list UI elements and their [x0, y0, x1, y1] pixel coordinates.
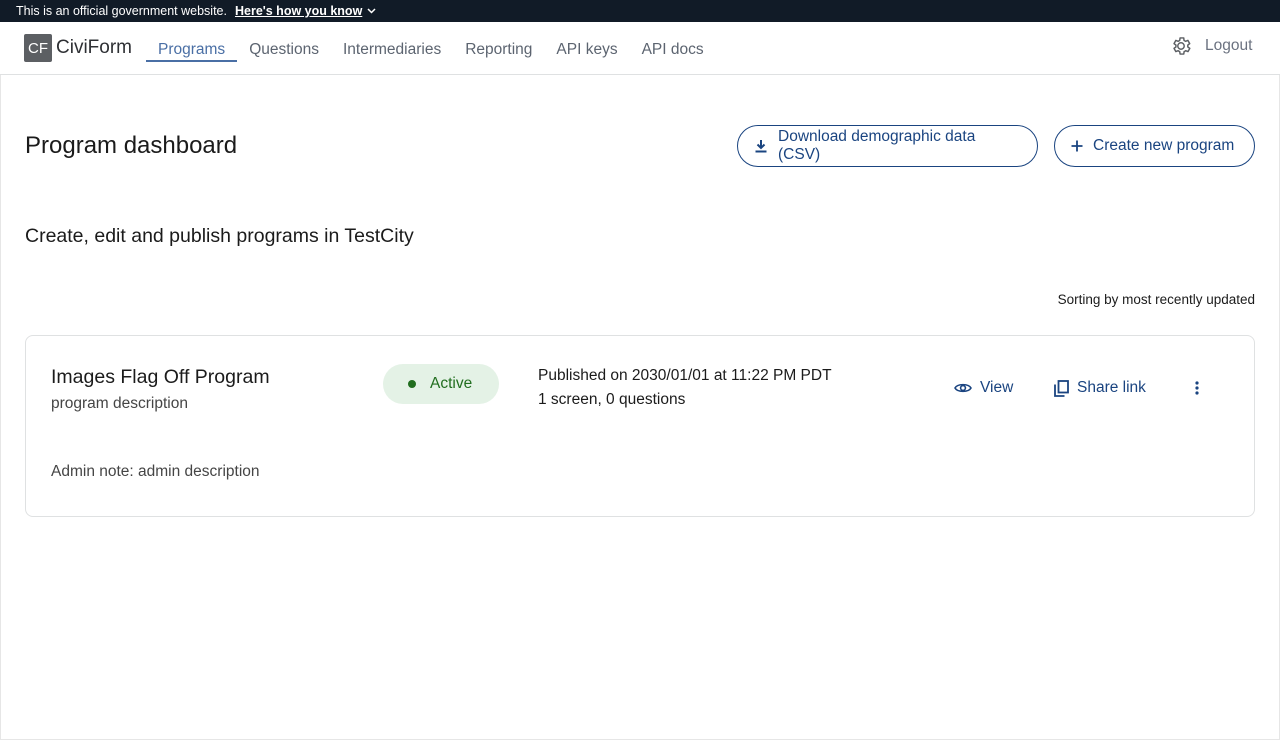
- view-button[interactable]: View: [954, 379, 1013, 397]
- published-date: Published on 2030/01/01 at 11:22 PM PDT: [538, 367, 832, 384]
- chevron-down-icon: [367, 8, 376, 14]
- copy-icon: [1054, 379, 1069, 397]
- screen-question-count: 1 screen, 0 questions: [538, 391, 686, 408]
- logo-text: CiviForm: [56, 37, 132, 58]
- page-title: Program dashboard: [25, 132, 238, 159]
- more-options-icon[interactable]: [1186, 376, 1208, 400]
- logo-mark: CF: [24, 34, 52, 62]
- gov-banner-link[interactable]: Here's how you know: [235, 4, 376, 18]
- create-program-label: Create new program: [1093, 137, 1235, 154]
- nav-items: Programs Questions Intermediaries Report…: [146, 22, 716, 75]
- civiform-logo[interactable]: CF CiviForm: [24, 34, 132, 62]
- download-csv-button[interactable]: Download demographic data (CSV): [737, 125, 1038, 167]
- logout-link[interactable]: Logout: [1205, 37, 1252, 55]
- nav-item-reporting[interactable]: Reporting: [453, 22, 544, 75]
- gear-icon[interactable]: [1170, 35, 1192, 57]
- main-content: Program dashboard Download demographic d…: [0, 75, 1280, 740]
- plus-icon: [1071, 140, 1083, 152]
- status-badge: Active: [383, 364, 499, 404]
- admin-note: Admin note: admin description: [51, 463, 260, 480]
- nav-item-programs[interactable]: Programs: [146, 22, 238, 75]
- gov-banner-text: This is an official government website.: [16, 4, 227, 18]
- eye-icon: [954, 383, 972, 393]
- status-dot-icon: [408, 380, 416, 388]
- share-link-label: Share link: [1077, 379, 1146, 396]
- download-csv-label: Download demographic data (CSV): [778, 128, 976, 163]
- nav-item-api-keys[interactable]: API keys: [544, 22, 629, 75]
- program-card: Images Flag Off Program program descript…: [25, 335, 1255, 517]
- program-name: Images Flag Off Program: [51, 366, 270, 388]
- gov-banner: This is an official government website. …: [0, 0, 1280, 22]
- gov-banner-link-label: Here's how you know: [234, 4, 363, 18]
- nav-item-api-docs[interactable]: API docs: [630, 22, 716, 75]
- status-label: Active: [430, 375, 473, 392]
- top-nav: CF CiviForm Programs Questions Intermedi…: [0, 22, 1280, 75]
- nav-item-questions[interactable]: Questions: [237, 22, 331, 75]
- download-icon: [755, 140, 767, 153]
- share-link-button[interactable]: Share link: [1054, 379, 1146, 397]
- page-subtitle: Create, edit and publish programs in Tes…: [25, 225, 414, 247]
- sort-label: Sorting by most recently updated: [1057, 292, 1255, 307]
- program-description: program description: [51, 395, 188, 412]
- view-label: View: [980, 379, 1014, 396]
- create-program-button[interactable]: Create new program: [1054, 125, 1255, 167]
- nav-item-intermediaries[interactable]: Intermediaries: [331, 22, 453, 75]
